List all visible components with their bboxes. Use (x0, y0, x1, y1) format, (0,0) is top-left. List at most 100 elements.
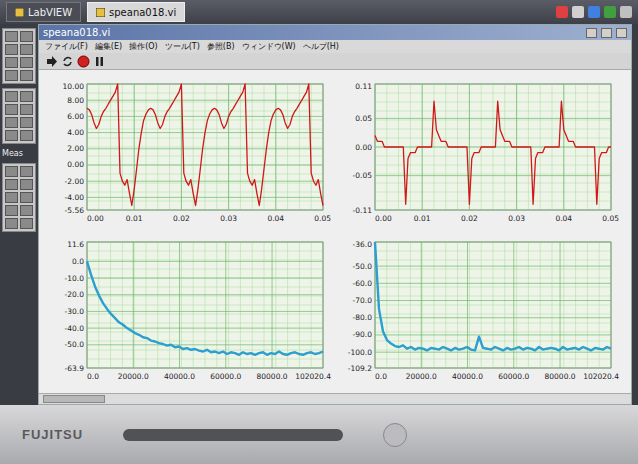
tool-icon[interactable] (5, 31, 18, 42)
y-tick-label: -30.0 (65, 306, 85, 315)
tool-icon[interactable] (5, 179, 18, 190)
tool-icon[interactable] (5, 205, 18, 216)
series-line (87, 261, 323, 354)
menu-item[interactable]: 参照(B) (207, 41, 235, 52)
tab-label: speana018.vi (109, 7, 176, 18)
palette-label: Meas (2, 148, 36, 159)
y-tick-label: -20.0 (65, 290, 85, 299)
y-tick-label: 11.6 (67, 240, 84, 249)
tray (556, 6, 632, 18)
tool-icon[interactable] (20, 91, 33, 102)
waveform-graph: -36.0-50.0-60.0-70.0-80.0-90.0-100.0-109… (339, 236, 623, 386)
tool-icon[interactable] (5, 70, 18, 81)
menu-item[interactable]: ツール(T) (165, 41, 200, 52)
window-button[interactable] (586, 28, 597, 38)
x-tick-label: 102020.4 (583, 372, 619, 381)
run-continuously-icon[interactable] (61, 55, 74, 68)
tool-icon[interactable] (20, 218, 33, 229)
tray-icon[interactable] (620, 6, 632, 18)
tool-icon[interactable] (5, 192, 18, 203)
x-tick-label: 60000.0 (498, 372, 529, 381)
y-tick-label: 8.00 (67, 96, 84, 105)
waveform-graph: 10.008.006.004.002.000.00-2.00-4.00-5.56… (51, 78, 335, 228)
tool-icon[interactable] (5, 130, 18, 141)
tool-icon[interactable] (20, 205, 33, 216)
y-tick-label: 0.11 (355, 82, 372, 91)
y-tick-label: -109.2 (348, 363, 372, 372)
tool-icon[interactable] (20, 44, 33, 55)
y-tick-label: 10.00 (63, 82, 85, 91)
taskbar-tab[interactable]: LabVIEW (6, 2, 81, 22)
y-tick-label: -70.0 (353, 296, 373, 305)
menu-item[interactable]: ウィンドウ(W) (242, 41, 296, 52)
y-tick-label: -40.0 (65, 323, 85, 332)
tool-icon[interactable] (20, 104, 33, 115)
x-tick-label: 0.04 (267, 214, 284, 223)
plot-area (375, 84, 611, 210)
x-tick-label: 0.01 (126, 214, 143, 223)
run-icon[interactable] (45, 55, 58, 68)
tool-icon[interactable] (20, 117, 33, 128)
tool-icon[interactable] (5, 104, 18, 115)
x-tick-label: 80000.0 (545, 372, 576, 381)
y-tick-label: 4.00 (67, 128, 84, 137)
tools-palette: Meas (0, 24, 38, 405)
tool-icon[interactable] (5, 166, 18, 177)
x-tick-label: 0.02 (461, 214, 478, 223)
horizontal-scrollbar[interactable] (39, 393, 631, 404)
tool-icon[interactable] (20, 31, 33, 42)
front-panel: 10.008.006.004.002.000.00-2.00-4.00-5.56… (39, 70, 631, 393)
tray-icon[interactable] (604, 6, 616, 18)
tool-icon[interactable] (5, 44, 18, 55)
y-tick-label: 0.05 (355, 114, 372, 123)
x-tick-label: 0.0 (87, 372, 99, 381)
y-tick-label: -50.0 (353, 261, 373, 270)
tab-label: LabVIEW (28, 7, 72, 18)
y-tick-label: -90.0 (353, 330, 373, 339)
y-tick-label: -0.05 (353, 171, 373, 180)
tool-icon[interactable] (5, 117, 18, 128)
menu-item[interactable]: 操作(O) (129, 41, 158, 52)
y-tick-label: -100.0 (348, 347, 372, 356)
power-button[interactable] (383, 423, 407, 447)
menu-item[interactable]: ヘルプ(H) (303, 41, 339, 52)
y-tick-label: 2.00 (67, 144, 84, 153)
tool-icon[interactable] (20, 179, 33, 190)
y-tick-label: -0.11 (353, 206, 373, 215)
tool-icon[interactable] (20, 57, 33, 68)
x-tick-label: 0.04 (555, 214, 572, 223)
x-tick-label: 20000.0 (118, 372, 149, 381)
tray-icon[interactable] (588, 6, 600, 18)
tray-icon[interactable] (572, 6, 584, 18)
laptop-bezel: FUJITSU (0, 405, 638, 464)
window-button[interactable] (616, 28, 627, 38)
tool-icon[interactable] (20, 166, 33, 177)
tool-icon[interactable] (20, 70, 33, 81)
y-tick-label: -63.9 (65, 363, 85, 372)
tool-icon[interactable] (20, 130, 33, 141)
x-tick-label: 80000.0 (257, 372, 288, 381)
x-tick-label: 0.03 (508, 214, 525, 223)
palette-box (2, 88, 36, 144)
x-tick-label: 0.05 (314, 214, 331, 223)
tray-icon[interactable] (556, 6, 568, 18)
plot-area (87, 242, 323, 368)
vi-window: speana018.viファイル(F)編集(E)操作(O)ツール(T)参照(B)… (38, 24, 632, 405)
taskbar-tab[interactable]: speana018.vi (87, 2, 185, 22)
taskbar: LabVIEW speana018.vi (0, 0, 638, 24)
palette-box (2, 163, 36, 232)
window-button[interactable] (601, 28, 612, 38)
y-tick-label: -36.0 (353, 240, 373, 249)
tool-icon[interactable] (5, 218, 18, 229)
vi-icon (96, 8, 105, 17)
stop-icon[interactable] (77, 55, 90, 68)
x-tick-label: 0.01 (414, 214, 431, 223)
tool-icon[interactable] (5, 57, 18, 68)
menu-item[interactable]: ファイル(F) (45, 41, 88, 52)
pause-icon[interactable] (93, 55, 106, 68)
tool-icon[interactable] (5, 91, 18, 102)
y-tick-label: -80.0 (353, 313, 373, 322)
scroll-thumb[interactable] (43, 395, 105, 403)
tool-icon[interactable] (20, 192, 33, 203)
menu-item[interactable]: 編集(E) (95, 41, 122, 52)
